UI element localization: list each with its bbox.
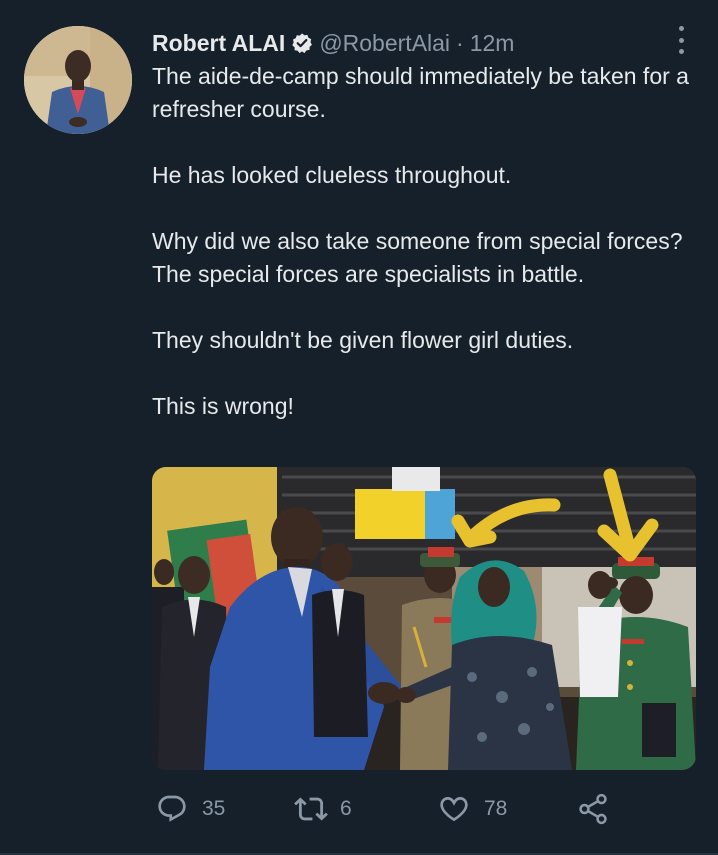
verified-badge-icon — [291, 32, 313, 54]
tweet-paragraph: Why did we also take someone from specia… — [152, 228, 683, 287]
tweet-paragraph: They shouldn't be given flower girl duti… — [152, 327, 574, 353]
retweet-button[interactable]: 6 — [294, 787, 352, 831]
retweet-icon — [294, 797, 328, 821]
photo-image — [152, 467, 696, 770]
reply-button[interactable]: 35 — [156, 787, 225, 831]
author-name[interactable]: Robert ALAI — [152, 30, 285, 57]
tweet-paragraph: This is wrong! — [152, 393, 294, 419]
reply-count: 35 — [202, 797, 226, 820]
tweet-header: Robert ALAI @RobertAlai · 12m — [152, 28, 514, 58]
share-button[interactable] — [576, 787, 610, 831]
reply-icon — [158, 795, 186, 822]
avatar-image — [24, 26, 132, 134]
tweet-timestamp[interactable]: 12m — [470, 30, 515, 57]
retweet-count: 6 — [340, 797, 352, 820]
avatar[interactable] — [24, 26, 132, 134]
tweet-card[interactable]: Robert ALAI @RobertAlai · 12m The aide-d… — [0, 0, 718, 855]
more-options-icon[interactable] — [670, 26, 692, 54]
tweet-text: The aide-de-camp should immediately be t… — [152, 60, 692, 456]
share-icon — [579, 793, 607, 825]
heart-icon — [440, 797, 468, 822]
tweet-photo[interactable] — [152, 467, 696, 770]
tweet-paragraph: The aide-de-camp should immediately be t… — [152, 63, 689, 122]
like-button[interactable]: 78 — [438, 787, 507, 831]
like-count: 78 — [484, 797, 508, 820]
header-separator: · — [456, 29, 464, 56]
author-handle[interactable]: @RobertAlai — [319, 30, 450, 57]
tweet-actions: 35 6 78 — [152, 787, 622, 831]
tweet-paragraph: He has looked clueless throughout. — [152, 162, 512, 188]
